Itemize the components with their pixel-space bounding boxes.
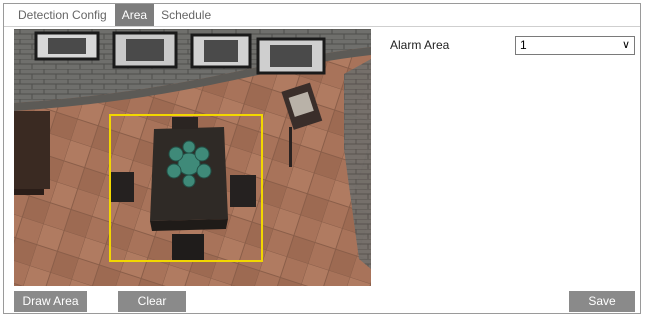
save-button[interactable]: Save	[569, 291, 635, 312]
tab-area[interactable]: Area	[114, 4, 155, 26]
alarm-area-rectangle[interactable]	[109, 114, 263, 262]
alarm-area-label: Alarm Area	[390, 38, 450, 52]
tab-bar: Detection Config Area Schedule	[4, 4, 218, 26]
tab-schedule[interactable]: Schedule	[154, 4, 218, 26]
chevron-down-icon: ∨	[621, 39, 630, 51]
tab-divider	[4, 26, 640, 27]
draw-area-button[interactable]: Draw Area	[14, 291, 87, 312]
motion-area-panel: Detection Config Area Schedule Alarm Are…	[3, 3, 641, 314]
alarm-area-select[interactable]: 1 ∨	[515, 36, 635, 55]
clear-button[interactable]: Clear	[118, 291, 186, 312]
camera-view[interactable]	[14, 29, 371, 286]
tab-detection-config[interactable]: Detection Config	[4, 4, 115, 26]
alarm-area-selected-value: 1	[520, 38, 527, 52]
